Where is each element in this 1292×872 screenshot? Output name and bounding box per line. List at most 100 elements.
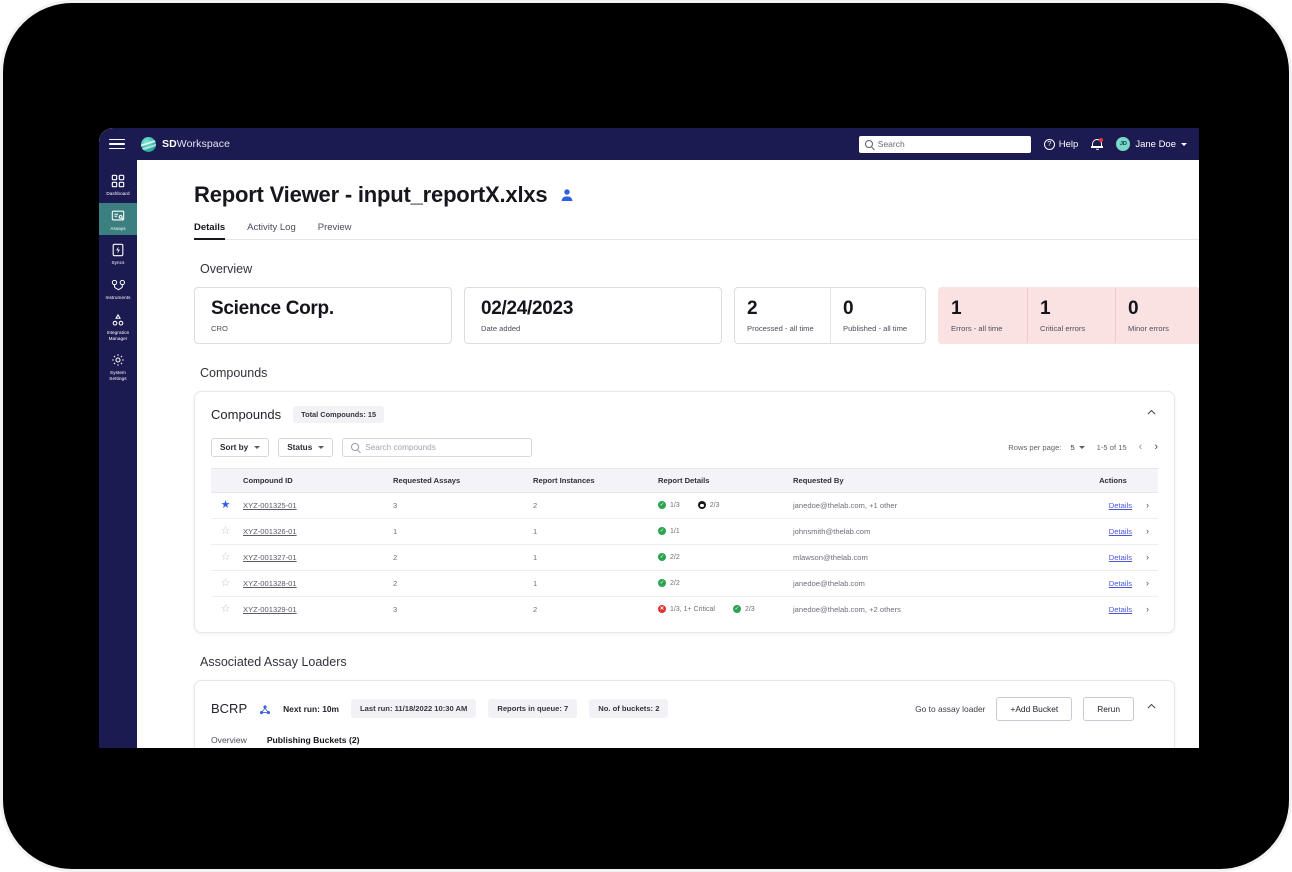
star-outline-icon[interactable]: ☆ (221, 525, 231, 537)
compound-id-link[interactable]: XYZ-001326-01 (243, 527, 297, 536)
overview-value: 02/24/2023 (481, 298, 574, 319)
column-compound-id: Compound ID (237, 467, 387, 493)
report-details-group: ✓ 2/2 (658, 553, 781, 562)
sidebar-item-integration-manager[interactable]: Integration Manager (99, 307, 137, 345)
requested-assays-cell: 2 (387, 544, 527, 571)
sidebar-navigation: Dashboard Assays Syncs Instruments Integ… (99, 160, 137, 748)
top-navigation-bar: SDWorkspace ? Help JD Jane Doe (99, 128, 1199, 160)
go-to-assay-loader-link[interactable]: Go to assay loader (915, 704, 985, 714)
compound-id-link[interactable]: XYZ-001328-01 (243, 579, 297, 588)
error-circle-icon: ✕ (658, 605, 666, 614)
sidebar-item-dashboard[interactable]: Dashboard (99, 168, 137, 201)
loader-tab-publishing-buckets[interactable]: Publishing Buckets (2) (267, 735, 360, 748)
compound-search-input[interactable] (365, 442, 524, 452)
chevron-right-icon[interactable]: › (1146, 552, 1149, 562)
rows-per-page-select[interactable]: 5 (1070, 443, 1085, 452)
brand-logo-group[interactable]: SDWorkspace (141, 136, 230, 152)
details-link[interactable]: Details (1109, 501, 1132, 510)
instruments-icon (110, 277, 126, 293)
column-report-details: Report Details (652, 467, 787, 493)
sidebar-item-syncs[interactable]: Syncs (99, 237, 137, 270)
chevron-left-icon[interactable]: ‹ (1139, 441, 1143, 453)
brand-name-bold: SD (162, 138, 177, 150)
overview-value: 0 (843, 298, 854, 319)
help-button[interactable]: ? Help (1043, 138, 1078, 150)
details-link[interactable]: Details (1109, 553, 1132, 562)
global-search-box[interactable] (858, 135, 1031, 153)
requested-assays-cell: 1 (387, 518, 527, 545)
overview-label: Processed - all time (747, 323, 814, 333)
report-detail-text: 1/1 (670, 527, 680, 535)
chevron-right-icon[interactable]: › (1146, 526, 1149, 536)
hamburger-menu-icon[interactable] (109, 138, 125, 150)
chevron-right-icon[interactable]: › (1146, 500, 1149, 510)
compound-id-cell: XYZ-001325-01 (237, 492, 387, 519)
tab-details[interactable]: Details (194, 222, 226, 240)
compound-id-link[interactable]: XYZ-001327-01 (243, 553, 297, 562)
overview-value: 1 (1040, 298, 1051, 319)
overview-label: Errors - all time (951, 323, 1003, 333)
compound-search-box[interactable] (342, 437, 533, 457)
badge-reports-in-queue: Reports in queue: 7 (488, 699, 578, 719)
sort-by-dropdown[interactable]: Sort by (211, 437, 270, 457)
requested-assays-cell: 3 (393, 604, 398, 614)
assays-icon (110, 208, 126, 224)
sidebar-item-label: Instruments (105, 295, 131, 301)
compounds-filters: Sort by Status Search compounds Rows per… (211, 437, 1158, 457)
person-icon[interactable] (559, 187, 575, 203)
table-row: ☆ XYZ-001326-01 1 1 ✓ 1/1 johnsmith@thelab.com… (211, 518, 1158, 545)
notifications-bell-icon[interactable] (1091, 137, 1104, 151)
loader-tab-overview[interactable]: Overview (211, 735, 247, 748)
report-details-cell: ✓ 2/2 (652, 544, 787, 571)
star-cell: ☆ (211, 518, 237, 545)
tab-activity-log[interactable]: Activity Log (247, 222, 296, 239)
compound-id-cell: XYZ-001327-01 (237, 544, 387, 571)
compounds-table-body: ★ XYZ-001325-01 3 2 ✓ 1/3 2/3 janedoe@thelab.co… (211, 492, 1158, 622)
details-link[interactable]: Details (1109, 605, 1132, 614)
compound-id-link[interactable]: XYZ-001325-01 (243, 501, 297, 510)
details-link[interactable]: Details (1109, 579, 1132, 588)
star-outline-icon[interactable]: ☆ (221, 551, 231, 563)
sidebar-item-label: Syncs (111, 260, 125, 266)
actions-group: Details › (1074, 526, 1149, 536)
assay-loader-next-run: Next run: 10m (283, 703, 339, 714)
status-dropdown[interactable]: Status (278, 437, 334, 457)
overview-value: 1 (951, 298, 962, 319)
sidebar-item-label: System Settings (109, 370, 127, 382)
global-search-input[interactable] (877, 139, 1025, 149)
compound-id-link[interactable]: XYZ-001329-01 (243, 605, 297, 614)
overview-value: 2 (747, 298, 758, 319)
molecule-icon (259, 703, 271, 715)
sidebar-item-assays[interactable]: Assays (99, 202, 137, 236)
sort-by-label: Sort by (220, 442, 249, 452)
star-filled-icon[interactable]: ★ (221, 499, 231, 511)
chevron-right-icon[interactable]: › (1146, 604, 1149, 614)
details-link[interactable]: Details (1109, 527, 1132, 536)
compounds-panel: Compounds Total Compounds: 15 Sort by St… (194, 390, 1175, 633)
sidebar-item-instruments[interactable]: Instruments (99, 272, 137, 305)
report-detail-text: 1/3 (670, 501, 680, 509)
table-row: ☆ XYZ-001327-01 2 1 ✓ 2/2 mlawson@thelab.com De… (211, 544, 1158, 571)
star-cell: ☆ (211, 570, 237, 597)
main-content: Report Viewer - input_reportX.xlxs Detai… (137, 160, 1199, 748)
star-outline-icon[interactable]: ☆ (221, 603, 231, 615)
user-menu[interactable]: JD Jane Doe (1116, 137, 1187, 151)
report-detail-text: 1/3, 1+ Critical (670, 605, 715, 613)
chevron-right-icon[interactable]: › (1146, 578, 1149, 588)
chevron-up-icon[interactable] (1145, 406, 1158, 424)
chevron-right-icon[interactable]: › (1154, 441, 1158, 453)
overview-cell-published: 0 Published - all time (830, 288, 925, 343)
star-outline-icon[interactable]: ☆ (221, 577, 231, 589)
top-bar-actions: ? Help JD Jane Doe (858, 135, 1187, 153)
assay-loader-actions: Go to assay loader +Add Bucket Rerun (915, 696, 1158, 721)
sidebar-item-system-settings[interactable]: System Settings (99, 347, 137, 385)
chevron-up-icon[interactable] (1145, 700, 1158, 718)
assay-loaders-heading: Associated Assay Loaders (200, 654, 347, 669)
compounds-panel-title: Compounds (211, 407, 282, 423)
add-bucket-button[interactable]: +Add Bucket (996, 696, 1073, 721)
rerun-button[interactable]: Rerun (1083, 696, 1134, 721)
actions-group: Details › (1074, 604, 1149, 614)
report-detail-text: 2/2 (670, 579, 680, 587)
report-detail-item: ✓ 1/3 (658, 501, 680, 510)
tab-preview[interactable]: Preview (318, 222, 352, 239)
